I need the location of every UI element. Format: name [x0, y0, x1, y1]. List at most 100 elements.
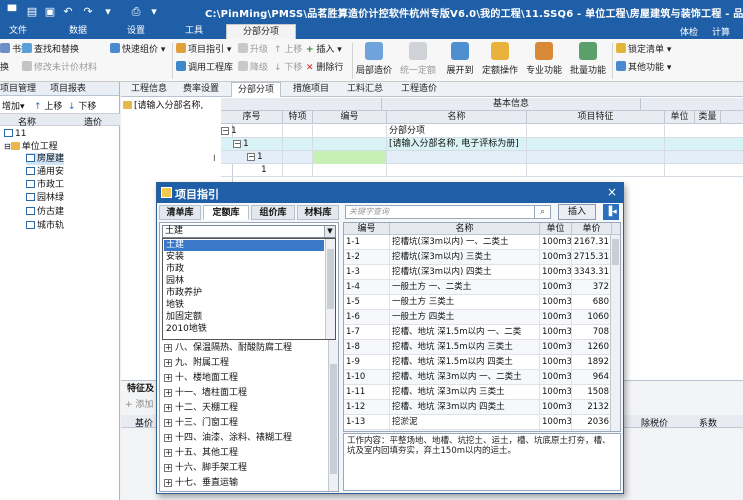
print-icon[interactable]: ⎙: [128, 4, 144, 20]
tab-project-cost[interactable]: 工程造价: [395, 82, 443, 97]
tree-item-municipal[interactable]: 市政工: [26, 179, 64, 191]
chapter-item[interactable]: + 十四、油漆、涂料、裱糊工程: [164, 431, 292, 445]
category-option[interactable]: 2010地铁: [164, 324, 324, 335]
chapter-item[interactable]: + 十五、其他工程: [164, 446, 238, 460]
quick-pricing-button[interactable]: 快速组价 ▾: [110, 43, 165, 57]
category-select[interactable]: 土建 ▼: [162, 225, 336, 238]
tab-tools[interactable]: 工具: [180, 24, 208, 39]
dropdown-icon[interactable]: ▾: [100, 4, 116, 20]
move-down-button[interactable]: ↓ 下移: [274, 61, 302, 75]
unify-quota-button[interactable]: 统一定额: [398, 41, 438, 81]
chevron-down-icon[interactable]: ▼: [324, 226, 335, 237]
tab-features[interactable]: 特征及: [127, 383, 154, 396]
dropdown-scrollbar[interactable]: [325, 239, 335, 339]
table-scrollbar[interactable]: [610, 235, 620, 431]
quota-row[interactable]: 1-12 挖槽、地坑 深3m以内 四类土 100m3 2132: [344, 400, 612, 415]
quota-row[interactable]: 1-8 挖槽、地坑 深1.5m以内 三类土 100m3 1260: [344, 340, 612, 355]
tab-bill-library[interactable]: 清单库: [159, 205, 201, 220]
call-project-library-button[interactable]: 调用工程库: [176, 61, 233, 75]
tab-rate-settings[interactable]: 费率设置: [177, 82, 225, 97]
expand-icon[interactable]: +: [164, 449, 172, 457]
expand-icon[interactable]: +: [164, 389, 172, 397]
expand-icon[interactable]: +: [164, 434, 172, 442]
quota-row[interactable]: 1-3 挖槽坑(深3m以内) 四类土 100m3 3343.31: [344, 265, 612, 280]
quota-row[interactable]: 1-1 挖槽坑(深3m以内) 一、二类土 100m3 2167.31: [344, 235, 612, 250]
tab-settings[interactable]: 设置: [122, 24, 150, 39]
chapter-item[interactable]: + 十、楼地面工程: [164, 371, 238, 385]
professional-function-button[interactable]: 专业功能: [524, 41, 564, 81]
tree-item-rail[interactable]: 城市轨: [26, 220, 64, 232]
dialog-title-bar[interactable]: 项目指引 ×: [157, 183, 623, 203]
checkup-button[interactable]: 体检: [680, 25, 698, 38]
calculate-button[interactable]: 计算: [712, 25, 730, 38]
chapter-item[interactable]: + 十二、天棚工程: [164, 401, 238, 415]
expand-icon[interactable]: +: [164, 419, 172, 427]
downgrade-button[interactable]: 降级: [238, 61, 268, 75]
grid-row[interactable]: 1: [221, 164, 743, 177]
keyword-search-input[interactable]: 关键字查询: [345, 205, 535, 219]
pin-icon[interactable]: ▐◂: [603, 204, 619, 220]
category-option[interactable]: 地铁: [164, 300, 324, 311]
partial-cost-button[interactable]: 局部造价: [354, 41, 394, 81]
scrollbar-thumb[interactable]: [612, 239, 619, 265]
category-option[interactable]: 土建: [164, 240, 324, 251]
tab-quota-library[interactable]: 定额库: [203, 205, 249, 220]
tree-move-up-button[interactable]: ↑ 上移: [34, 99, 62, 112]
collapse-icon[interactable]: −: [221, 127, 229, 135]
delete-row-button[interactable]: ✕ 删除行: [306, 61, 343, 75]
quota-row[interactable]: 1-2 挖槽坑(深3m以内) 三类土 100m3 2715.31: [344, 250, 612, 265]
close-icon[interactable]: ×: [605, 185, 619, 199]
chapter-item[interactable]: + 十六、脚手架工程: [164, 461, 247, 475]
edit-unpriced-material-button[interactable]: 修改未计价材料: [22, 61, 97, 75]
tab-sub-items[interactable]: 分部分项: [231, 82, 281, 97]
grid-row[interactable]: −1 分部分项: [221, 125, 743, 138]
collapse-icon[interactable]: −: [247, 153, 255, 161]
open-icon[interactable]: ▤: [24, 4, 40, 20]
app-icon[interactable]: ▀: [4, 4, 20, 20]
quota-row[interactable]: 1-7 挖槽、地坑 深1.5m以内 一、二类 100m3 708: [344, 325, 612, 340]
category-option[interactable]: 市政养护: [164, 288, 324, 299]
find-replace-button[interactable]: 查找和替换: [22, 43, 79, 57]
collapse-icon[interactable]: −: [233, 140, 241, 148]
tab-data[interactable]: 数据: [64, 24, 92, 39]
move-up-button[interactable]: ↑ 上移: [274, 43, 302, 57]
swap-button[interactable]: 换: [0, 61, 9, 75]
insert-button[interactable]: + 插入 ▾: [306, 43, 342, 57]
chapter-item[interactable]: + 八、保温隔热、耐酸防腐工程: [164, 341, 292, 355]
lock-list-button[interactable]: 锁定清单 ▾: [616, 43, 671, 57]
item-guide-button[interactable]: 项目指引 ▾: [176, 43, 231, 57]
upgrade-button[interactable]: 升级: [238, 43, 268, 57]
expand-to-button[interactable]: 展开到: [440, 41, 480, 81]
quota-operation-button[interactable]: 定额操作: [480, 41, 520, 81]
grid-cell-code-input[interactable]: [313, 151, 387, 164]
insert-quota-button[interactable]: 插入: [558, 204, 596, 220]
tab-project-report[interactable]: 项目报表: [50, 82, 100, 96]
quota-row[interactable]: 1-11 挖槽、地坑 深3m以内 三类土 100m3 1508: [344, 385, 612, 400]
expand-icon[interactable]: +: [164, 479, 172, 487]
expand-icon[interactable]: +: [164, 344, 172, 352]
category-option[interactable]: 加固定额: [164, 312, 324, 323]
tab-subitems[interactable]: 分部分项: [226, 24, 296, 39]
tab-measures[interactable]: 措施项目: [287, 82, 335, 97]
grid-row[interactable]: −1: [221, 151, 743, 164]
tree-item-unit-project[interactable]: ⊟ 单位工程: [4, 141, 58, 153]
chapter-item[interactable]: + 十三、门窗工程: [164, 416, 238, 430]
batch-function-button[interactable]: 批量功能: [568, 41, 608, 81]
add-feature-button[interactable]: + 添加: [125, 399, 153, 412]
tree-move-down-button[interactable]: ↓ 下移: [68, 99, 96, 112]
tab-project-info[interactable]: 工程信息: [125, 82, 173, 97]
chapter-item[interactable]: + 十七、垂直运输: [164, 476, 238, 490]
expand-icon[interactable]: +: [164, 464, 172, 472]
section-list-item[interactable]: [请输入分部名称,: [123, 100, 231, 112]
tree-item-installation[interactable]: 通用安: [26, 166, 64, 178]
expand-icon[interactable]: +: [164, 374, 172, 382]
quota-row[interactable]: 1-4 一般土方 一、二类土 100m3 372: [344, 280, 612, 295]
customize-icon[interactable]: ▾: [146, 4, 162, 20]
scrollbar-thumb[interactable]: [327, 249, 334, 309]
scrollbar-thumb[interactable]: [330, 364, 337, 474]
search-icon[interactable]: ⌕: [535, 205, 551, 219]
expand-icon[interactable]: +: [164, 359, 172, 367]
quota-row[interactable]: 1-13 挖淤泥 100m3 2036: [344, 415, 612, 430]
quota-row[interactable]: 1-5 一般土方 三类土 100m3 680: [344, 295, 612, 310]
category-option[interactable]: 市政: [164, 264, 324, 275]
